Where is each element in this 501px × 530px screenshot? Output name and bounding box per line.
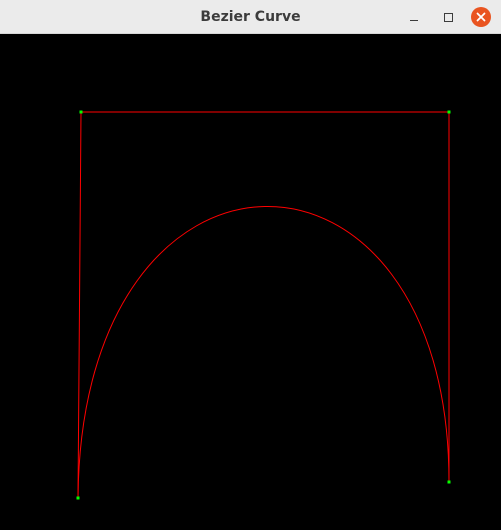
control-point[interactable] (79, 110, 83, 114)
bezier-curve (77, 206, 450, 499)
close-icon (471, 7, 491, 27)
control-point[interactable] (76, 496, 80, 500)
control-polygon (77, 111, 450, 499)
minimize-button[interactable] (404, 7, 424, 27)
minimize-icon (410, 19, 418, 22)
control-point[interactable] (447, 110, 451, 114)
close-button[interactable] (471, 7, 491, 27)
maximize-icon (443, 12, 453, 22)
control-point[interactable] (447, 480, 451, 484)
drawing-canvas[interactable] (0, 34, 501, 530)
maximize-button[interactable] (438, 7, 458, 27)
window-title: Bezier Curve (200, 9, 301, 25)
app-window: Bezier Curve (0, 0, 501, 530)
title-bar[interactable]: Bezier Curve (0, 0, 501, 34)
